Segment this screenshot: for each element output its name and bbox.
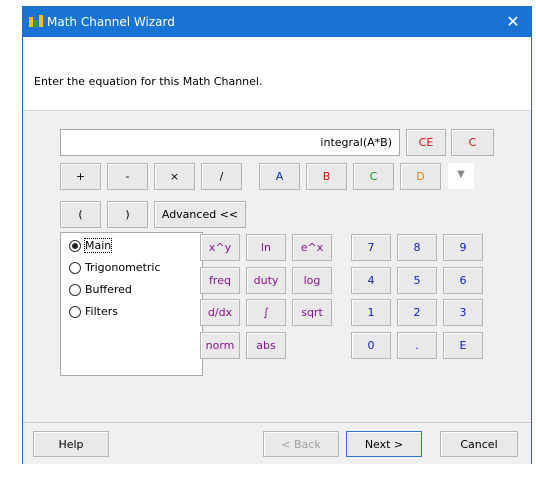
channel-b-button[interactable]: B [306,163,347,190]
exponent-e-button[interactable]: E [443,332,483,359]
instruction-text: Enter the equation for this Math Channel… [34,75,263,88]
c-button[interactable]: C [451,129,494,156]
category-label: Trigonometric [85,261,161,274]
digit-3-button[interactable]: 3 [443,299,483,326]
power-button[interactable]: x^y [200,234,240,261]
digit-7-button[interactable]: 7 [351,234,391,261]
category-trigonometric-radio[interactable]: Trigonometric [69,261,161,274]
norm-button[interactable]: norm [200,332,240,359]
equation-input[interactable]: integral(A*B) [60,129,400,156]
radio-unchecked-icon [69,261,81,274]
chevron-down-icon[interactable]: ▼ [448,163,474,189]
footer-bar: Help < Back Next > Cancel [23,422,531,464]
window-title: Math Channel Wizard [47,15,175,29]
sqrt-button[interactable]: sqrt [292,299,332,326]
radio-checked-icon [69,239,81,252]
plus-button[interactable]: + [60,163,101,190]
abs-button[interactable]: abs [246,332,286,359]
ce-button[interactable]: CE [406,129,446,156]
divide-button[interactable]: / [201,163,242,190]
close-icon[interactable]: ✕ [495,7,531,37]
radio-unchecked-icon [69,283,81,296]
digit-4-button[interactable]: 4 [351,267,391,294]
title-bar[interactable]: Math Channel Wizard ✕ [23,7,531,37]
category-label: Buffered [85,283,132,296]
integral-button[interactable]: ∫ [246,299,286,326]
channel-d-button[interactable]: D [400,163,441,190]
back-button[interactable]: < Back [263,431,339,457]
next-button[interactable]: Next > [346,431,422,457]
derivative-button[interactable]: d/dx [200,299,240,326]
ln-button[interactable]: ln [246,234,286,261]
digit-8-button[interactable]: 8 [397,234,437,261]
log-button[interactable]: log [292,267,332,294]
digit-6-button[interactable]: 6 [443,267,483,294]
category-filters-radio[interactable]: Filters [69,305,118,318]
category-label: Filters [85,305,118,318]
freq-button[interactable]: freq [200,267,240,294]
category-label: Main [83,238,113,253]
close-paren-button[interactable]: ) [107,201,148,228]
digit-9-button[interactable]: 9 [443,234,483,261]
channel-a-button[interactable]: A [259,163,300,190]
advanced-toggle-button[interactable]: Advanced << [154,201,246,228]
help-button[interactable]: Help [33,431,109,457]
category-main-radio[interactable]: Main [69,238,113,253]
digit-5-button[interactable]: 5 [397,267,437,294]
category-buffered-radio[interactable]: Buffered [69,283,132,296]
digit-2-button[interactable]: 2 [397,299,437,326]
exp-button[interactable]: e^x [292,234,332,261]
channel-c-button[interactable]: C [353,163,394,190]
open-paren-button[interactable]: ( [60,201,101,228]
decimal-point-button[interactable]: . [397,332,437,359]
math-channel-wizard-window: Math Channel Wizard ✕ Enter the equation… [22,6,532,464]
header-panel: Enter the equation for this Math Channel… [23,37,531,111]
multiply-button[interactable]: × [154,163,195,190]
digit-1-button[interactable]: 1 [351,299,391,326]
minus-button[interactable]: - [107,163,148,190]
radio-unchecked-icon [69,305,81,318]
digit-0-button[interactable]: 0 [351,332,391,359]
duty-button[interactable]: duty [246,267,286,294]
app-icon [29,15,43,27]
function-category-list: Main Trigonometric Buffered Filters [60,232,203,376]
cancel-button[interactable]: Cancel [440,431,518,457]
